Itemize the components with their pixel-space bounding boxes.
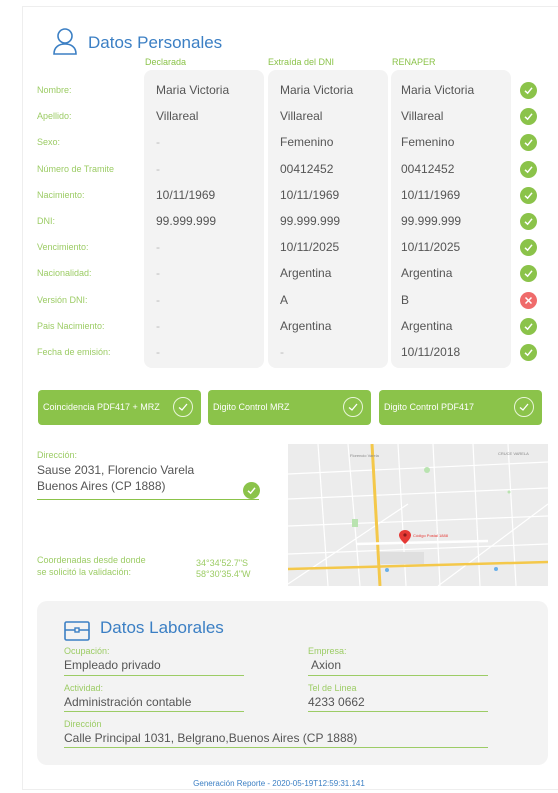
empresa-underline xyxy=(308,675,488,676)
validation-label: Coincidencia PDF417 + MRZ xyxy=(43,402,160,412)
validation-pdf417[interactable]: Digito Control PDF417 xyxy=(379,390,542,425)
row-label: Nacimiento: xyxy=(37,189,85,200)
cell-dni: 10/11/2025 xyxy=(280,240,340,255)
tel-value: 4233 0662 xyxy=(308,695,365,709)
address-line-1: Sause 2031, Florencio Varela xyxy=(37,463,195,477)
cell-renaper: 10/11/2025 xyxy=(401,240,461,255)
location-map[interactable]: Florencio Varela CRUCE VARELA xyxy=(288,444,548,586)
cell-declared: Villareal xyxy=(156,109,199,124)
cell-renaper: Argentina xyxy=(401,318,453,333)
check-icon xyxy=(520,344,537,361)
briefcase-icon xyxy=(64,621,90,641)
direccion-underline xyxy=(64,747,488,748)
cell-declared: Maria Victoria xyxy=(156,83,230,97)
col-head-renaper: RENAPER xyxy=(392,57,436,67)
cell-declared: - xyxy=(156,292,160,307)
cell-renaper: Maria Victoria xyxy=(401,83,475,97)
cell-declared: 99.999.999 xyxy=(156,214,217,228)
actividad-label: Actividad: xyxy=(64,683,104,693)
coords-label-2: se solicitó la validación: xyxy=(37,567,132,577)
validation-label: Digito Control MRZ xyxy=(213,402,290,412)
cell-declared: - xyxy=(156,345,160,359)
cell-dni: Maria Victoria xyxy=(280,83,354,97)
address-line-2: Buenos Aires (CP 1888) xyxy=(37,479,166,493)
cell-renaper: Argentina xyxy=(401,266,453,281)
cell-renaper: 00412452 xyxy=(401,161,455,176)
check-icon xyxy=(520,213,537,230)
cell-declared: 10/11/1969 xyxy=(156,187,216,202)
col-head-declared: Declarada xyxy=(145,57,187,67)
cell-dni: Villareal xyxy=(280,109,323,124)
cell-dni: 00412452 xyxy=(280,161,334,176)
cell-declared: - xyxy=(156,135,160,150)
section-title-laboral: Datos Laborales xyxy=(100,618,224,637)
ocupacion-value: Empleado privado xyxy=(64,658,161,672)
coords-lon: 58°30'35.4"W xyxy=(196,569,251,579)
report-footer: Generación Reporte - 2020-05-19T12:59:31… xyxy=(193,779,365,788)
cell-dni: A xyxy=(280,292,289,307)
row-label: Sexo: xyxy=(37,137,61,148)
row-label: Número de Tramite xyxy=(37,163,115,174)
address-label: Dirección: xyxy=(37,450,78,460)
map-streets xyxy=(288,444,548,586)
actividad-underline xyxy=(64,711,244,712)
cell-renaper: Villareal xyxy=(401,109,444,124)
map-label-florencio: Florencio Varela xyxy=(350,453,379,458)
cell-declared: - xyxy=(156,240,160,255)
cell-declared: - xyxy=(156,161,160,176)
check-icon xyxy=(520,160,537,178)
col-head-dni: Extraída del DNI xyxy=(268,57,335,67)
validation-pdf417-mrz[interactable]: Coincidencia PDF417 + MRZ xyxy=(38,390,201,425)
check-icon xyxy=(243,482,260,499)
validation-label: Digito Control PDF417 xyxy=(384,402,475,412)
actividad-value: Administración contable xyxy=(64,695,192,709)
validation-mrz[interactable]: Digito Control MRZ xyxy=(208,390,371,425)
cell-dni: - xyxy=(280,345,284,359)
row-label: Nacionalidad: xyxy=(37,268,92,279)
row-label: Fecha de emisión: xyxy=(37,347,111,357)
address-underline xyxy=(37,499,259,500)
check-icon xyxy=(520,317,537,335)
row-label: Vencimiento: xyxy=(37,242,89,253)
cell-declared: - xyxy=(156,266,160,281)
cell-renaper: 10/11/2018 xyxy=(401,345,461,359)
error-icon xyxy=(520,291,537,309)
ocupacion-underline xyxy=(64,675,244,676)
tel-underline xyxy=(308,711,488,712)
cell-dni: 99.999.999 xyxy=(280,214,341,228)
cell-dni: Argentina xyxy=(280,266,332,281)
cell-renaper: Femenino xyxy=(401,135,455,150)
check-icon xyxy=(520,186,537,204)
ocupacion-label: Ocupación: xyxy=(64,646,110,656)
section-title-personal: Datos Personales xyxy=(88,33,223,52)
tel-label: Tel de Linea xyxy=(308,683,357,693)
empresa-value: Axion xyxy=(311,658,342,672)
cell-renaper: B xyxy=(401,292,410,307)
direccion-value: Calle Principal 1031, Belgrano,Buenos Ai… xyxy=(64,731,358,745)
check-circle-icon xyxy=(343,397,363,417)
cell-dni: 10/11/1969 xyxy=(280,187,340,202)
check-circle-icon xyxy=(514,397,534,417)
row-label: Pais Nacimiento: xyxy=(37,320,105,331)
row-label: DNI: xyxy=(37,216,55,226)
empresa-label: Empresa: xyxy=(308,646,347,656)
cell-renaper: 99.999.999 xyxy=(401,214,462,228)
row-label: Versión DNI: xyxy=(37,294,88,305)
check-icon xyxy=(520,82,537,99)
row-label: Apellido: xyxy=(37,111,72,122)
coords-lat: 34°34'52.7"S xyxy=(196,558,249,568)
check-circle-icon xyxy=(173,397,193,417)
cell-dni: Femenino xyxy=(280,135,334,150)
cell-renaper: 10/11/1969 xyxy=(401,187,461,202)
row-label: Nombre: xyxy=(37,85,72,95)
map-pin-label: Código Postal 1888 xyxy=(413,533,448,538)
cell-declared: - xyxy=(156,318,160,333)
direccion-label: Dirección xyxy=(64,719,102,729)
map-label-cruce: CRUCE VARELA xyxy=(498,451,529,456)
coords-label-1: Coordenadas desde donde xyxy=(37,555,146,565)
user-icon xyxy=(53,28,77,55)
cell-dni: Argentina xyxy=(280,318,332,333)
